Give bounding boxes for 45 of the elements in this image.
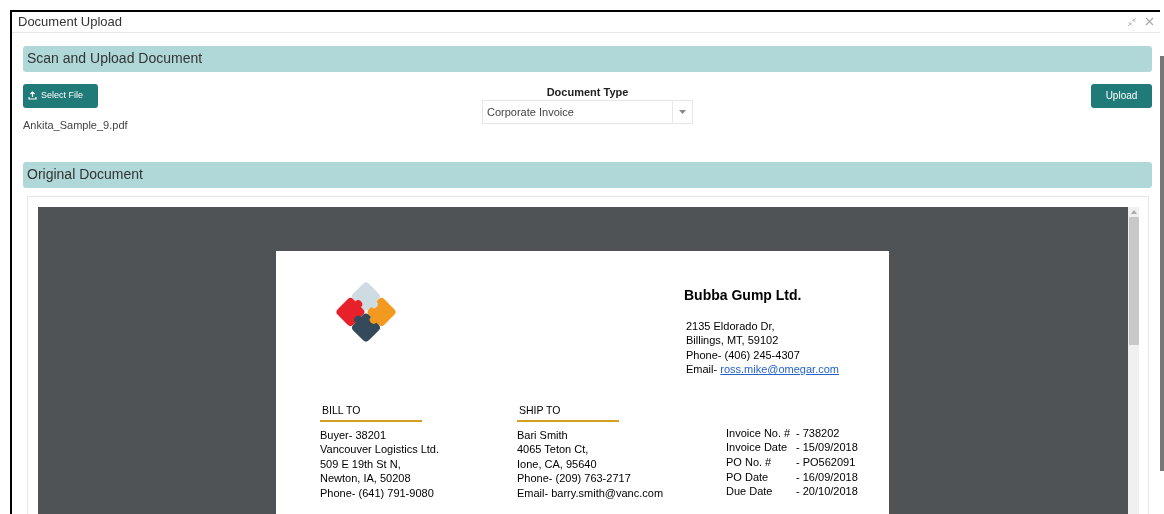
address-line: Vancouver Logistics Ltd. [320,442,441,457]
address-line: Ione, CA, 95640 [517,456,598,472]
document-type-dropdown[interactable]: Corporate Invoice [482,100,693,124]
field-label: Document Type [546,84,629,100]
file-name: Ankita_Sample_9.pdf [23,117,129,133]
detail-label: PO No. # [726,455,773,470]
scrollbar-thumb[interactable] [1128,216,1139,345]
section-header: Original Document [23,161,1152,188]
address-line: Bari Smith [517,427,569,443]
detail-label: Due Date [726,484,774,499]
address-line: 509 E 19th St N, [320,456,402,472]
detail-label: PO Date [726,469,770,485]
detail-label: Invoice No. # [726,425,792,441]
section-heading: BILL TO [320,402,422,422]
section-heading: SHIP TO [517,402,619,422]
caret-icon [679,110,686,114]
address-line: 4065 Teton Ct, [517,442,590,457]
upload-icon [28,91,37,100]
address-line: Phone- (641) 791-9080 [320,486,435,501]
detail-value: - 20/10/2018 [796,484,858,499]
company-name: Bubba Gump Ltd. [684,285,803,305]
email-line: Email- ross.mike@omegar.com [686,362,840,377]
upload-button[interactable]: Upload [1091,83,1152,108]
address-line: Billings, MT, 59102 [686,333,780,348]
email-link[interactable]: ross.mike@omegar.com [720,363,839,376]
detail-value: - 738202 [796,425,840,441]
detail-value: - 15/09/2018 [796,440,858,456]
close-icon[interactable] [1145,17,1154,27]
address-line: Newton, IA, 50208 [320,471,412,486]
window-title: Document Upload [18,13,123,31]
scroll-up-icon[interactable] [1130,209,1137,214]
detail-value: - PO562091 [796,455,856,470]
detail-label: Invoice Date [726,440,789,456]
section-header: Scan and Upload Document [23,45,1152,72]
address-line: Email- barry.smith@vanc.com [517,486,665,501]
puzzle-logo-icon [335,280,397,343]
detail-value: - 16/09/2018 [796,469,858,485]
select-file-button[interactable]: Select File [23,83,98,108]
address-line: Buyer- 38201 [320,427,388,443]
scrollbar-thumb[interactable] [1160,56,1164,471]
address-line: Phone- (209) 763-2717 [517,471,632,486]
viewer-scrollbar[interactable] [1128,206,1139,514]
address-line: 2135 Eldorado Dr, [686,318,776,334]
address-line: Phone- (406) 245-4307 [686,347,801,363]
collapse-icon[interactable] [1127,16,1137,27]
